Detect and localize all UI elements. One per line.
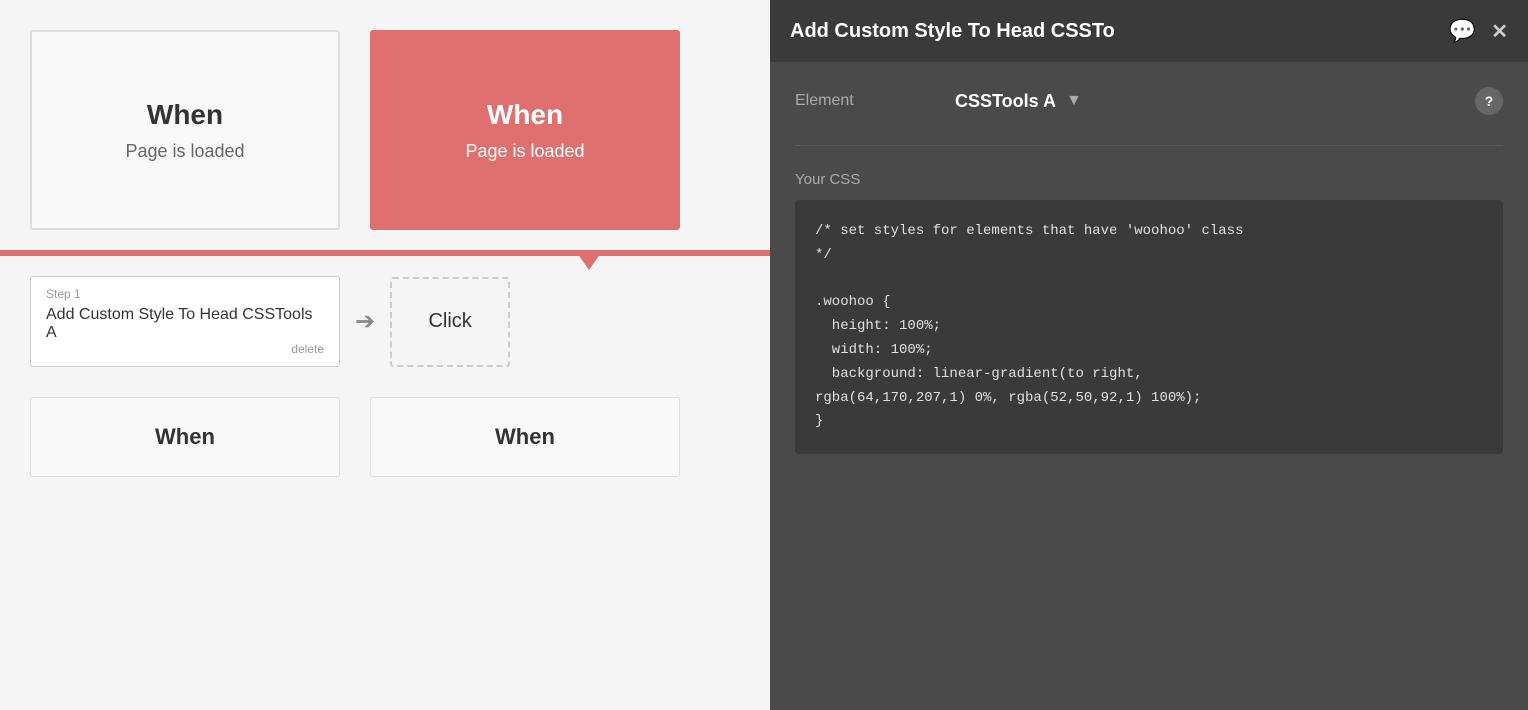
when-card-bottom-1-title: When <box>155 424 215 450</box>
when-card-2[interactable]: When Page is loaded <box>370 30 680 230</box>
close-icon[interactable]: ✕ <box>1491 19 1508 44</box>
element-dropdown[interactable]: CSSTools A ▼ <box>955 91 1465 112</box>
when-cards-row: When Page is loaded When Page is loaded <box>0 0 770 230</box>
panel-title: Add Custom Style To Head CSSTo <box>790 20 1115 43</box>
when-cards-bottom: When When <box>0 397 770 477</box>
red-divider <box>0 250 770 256</box>
divider-line <box>795 145 1503 146</box>
css-section-label: Your CSS <box>795 171 1503 188</box>
right-panel: Add Custom Style To Head CSSTo 💬 ✕ Eleme… <box>770 0 1528 710</box>
when-card-bottom-2-title: When <box>495 424 555 450</box>
when-card-bottom-1[interactable]: When <box>30 397 340 477</box>
comment-icon[interactable]: 💬 <box>1449 18 1476 44</box>
element-label: Element <box>795 92 955 110</box>
panel-header-icons: 💬 ✕ <box>1449 18 1508 44</box>
dropdown-arrow-icon: ▼ <box>1066 92 1082 110</box>
arrow-right-icon: ➔ <box>355 307 375 336</box>
step-title: Add Custom Style To Head CSSTools A <box>46 306 324 342</box>
element-row: Element CSSTools A ▼ ? <box>795 87 1503 115</box>
step-label: Step 1 <box>46 287 324 301</box>
when-card-1-subtitle: Page is loaded <box>125 141 244 162</box>
when-card-1[interactable]: When Page is loaded <box>30 30 340 230</box>
red-divider-triangle <box>575 250 603 270</box>
steps-row: Step 1 Add Custom Style To Head CSSTools… <box>0 256 770 387</box>
canvas-area: When Page is loaded When Page is loaded … <box>0 0 770 710</box>
click-card[interactable]: Click <box>390 277 510 367</box>
click-label: Click <box>428 310 471 333</box>
when-card-2-title: When <box>487 99 563 131</box>
help-button[interactable]: ? <box>1475 87 1503 115</box>
css-code-block[interactable]: /* set styles for elements that have 'wo… <box>795 200 1503 454</box>
step-delete[interactable]: delete <box>46 342 324 356</box>
when-card-2-subtitle: Page is loaded <box>465 141 584 162</box>
panel-body: Element CSSTools A ▼ ? Your CSS /* set s… <box>770 62 1528 710</box>
step-card-1[interactable]: Step 1 Add Custom Style To Head CSSTools… <box>30 276 340 367</box>
panel-header: Add Custom Style To Head CSSTo 💬 ✕ <box>770 0 1528 62</box>
when-card-1-title: When <box>147 99 223 131</box>
when-card-bottom-2[interactable]: When <box>370 397 680 477</box>
element-value: CSSTools A <box>955 91 1056 112</box>
